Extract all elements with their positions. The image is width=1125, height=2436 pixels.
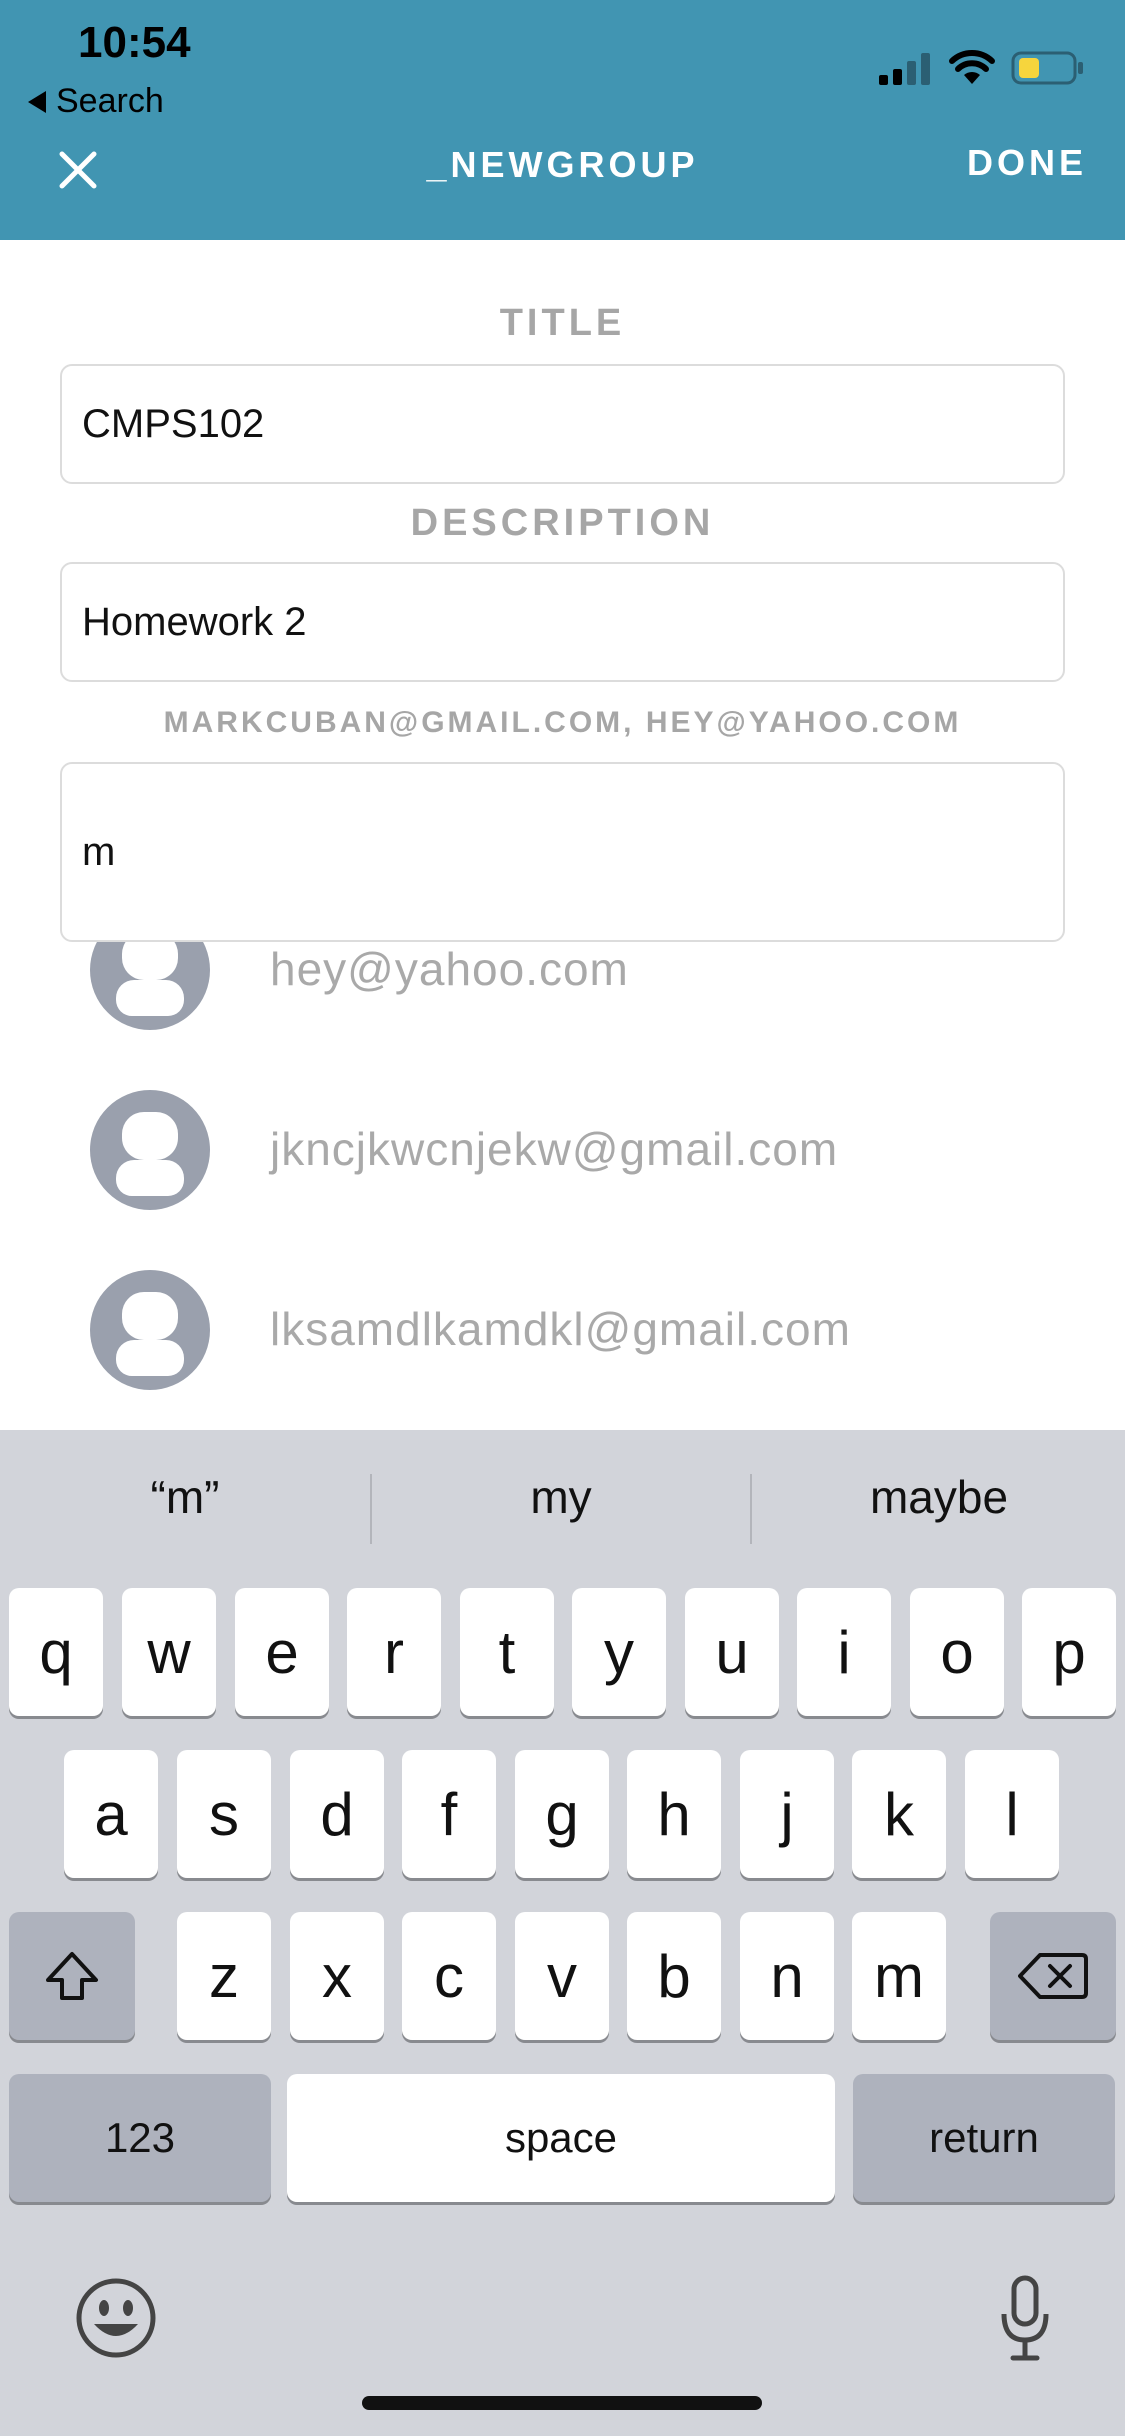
avatar-icon [90, 1090, 210, 1210]
key-g[interactable]: g [515, 1750, 609, 1878]
key-x[interactable]: x [290, 1912, 384, 2040]
key-w[interactable]: w [122, 1588, 216, 1716]
shift-arrow-icon [46, 1952, 98, 2000]
cellular-signal-icon [879, 53, 930, 85]
members-label: MARKCUBAN@GMAIL.COM, HEY@YAHOO.COM [163, 706, 962, 739]
dictation-button[interactable] [1000, 2274, 1050, 2364]
key-c[interactable]: c [402, 1912, 496, 2040]
key-y[interactable]: y [572, 1588, 666, 1716]
emoji-icon [76, 2278, 156, 2358]
key-t[interactable]: t [460, 1588, 554, 1716]
title-label: TITLE [499, 302, 626, 344]
shift-key[interactable] [9, 1912, 135, 2040]
suggestion-item[interactable]: lksamdlkamdkl@gmail.com [0, 1240, 1125, 1420]
description-field[interactable]: Homework 2 [60, 562, 1065, 682]
key-o[interactable]: o [910, 1588, 1004, 1716]
title-field-value: CMPS102 [82, 401, 265, 446]
key-l[interactable]: l [965, 1750, 1059, 1878]
page-title: _NEWGROUP [426, 144, 699, 185]
title-field[interactable]: CMPS102 [60, 364, 1065, 484]
wifi-icon [949, 50, 995, 84]
prediction-divider [370, 1474, 372, 1544]
members-input-value: m [82, 829, 116, 874]
suggestion-email: lksamdlkamdkl@gmail.com [270, 1303, 851, 1355]
done-button[interactable]: DONE [967, 142, 1087, 184]
back-search-label: Search [56, 82, 164, 120]
key-i[interactable]: i [797, 1588, 891, 1716]
prediction-1[interactable]: “m” [0, 1470, 370, 1524]
key-b[interactable]: b [627, 1912, 721, 2040]
delete-key[interactable] [990, 1912, 1116, 2040]
backspace-icon [1018, 1953, 1088, 1999]
prediction-divider [750, 1474, 752, 1544]
key-f[interactable]: f [402, 1750, 496, 1878]
microphone-icon [1001, 2275, 1049, 2361]
suggestion-item[interactable]: jkncjkwcnjekw@gmail.com [0, 1060, 1125, 1240]
battery-icon [1011, 51, 1083, 85]
status-time: 10:54 [78, 18, 191, 67]
home-indicator[interactable] [362, 2396, 762, 2410]
key-d[interactable]: d [290, 1750, 384, 1878]
keyboard: “m” my maybe q w e r t y u i o p a s d f… [0, 1430, 1125, 2436]
numbers-key[interactable]: 123 [9, 2074, 271, 2202]
emoji-button[interactable] [74, 2276, 158, 2360]
nav-header: 10:54 Search _NEWGROUP DONE [0, 0, 1125, 240]
description-field-value: Homework 2 [82, 599, 307, 644]
members-input[interactable]: m [60, 762, 1065, 942]
key-h[interactable]: h [627, 1750, 721, 1878]
key-k[interactable]: k [852, 1750, 946, 1878]
key-u[interactable]: u [685, 1588, 779, 1716]
prediction-3[interactable]: maybe [754, 1470, 1124, 1524]
suggestion-email: jkncjkwcnjekw@gmail.com [270, 1123, 839, 1175]
key-r[interactable]: r [347, 1588, 441, 1716]
avatar-icon [90, 1270, 210, 1390]
key-a[interactable]: a [64, 1750, 158, 1878]
key-s[interactable]: s [177, 1750, 271, 1878]
key-j[interactable]: j [740, 1750, 834, 1878]
key-n[interactable]: n [740, 1912, 834, 2040]
key-m[interactable]: m [852, 1912, 946, 2040]
prediction-bar: “m” my maybe [0, 1430, 1125, 1590]
key-q[interactable]: q [9, 1588, 103, 1716]
prediction-2[interactable]: my [376, 1470, 746, 1524]
space-key[interactable]: space [287, 2074, 835, 2202]
key-v[interactable]: v [515, 1912, 609, 2040]
back-arrow-icon [28, 90, 46, 113]
status-icons [877, 50, 1085, 86]
back-to-search-link[interactable]: Search [28, 82, 164, 121]
key-z[interactable]: z [177, 1912, 271, 2040]
key-p[interactable]: p [1022, 1588, 1116, 1716]
suggestion-email: hey@yahoo.com [270, 943, 629, 995]
description-label: DESCRIPTION [410, 502, 715, 544]
key-e[interactable]: e [235, 1588, 329, 1716]
return-key[interactable]: return [853, 2074, 1115, 2202]
